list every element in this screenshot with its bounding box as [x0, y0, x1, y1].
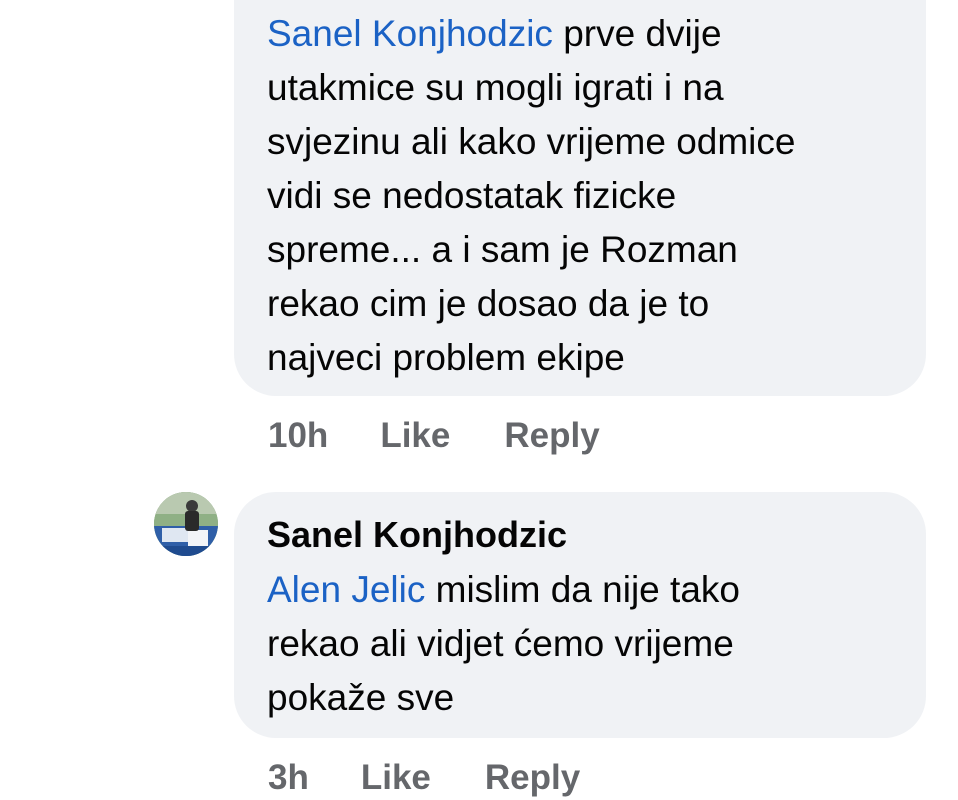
mention-link[interactable]: Alen Jelic: [267, 569, 425, 610]
comment-timestamp[interactable]: 10h: [268, 416, 328, 456]
comment-text-line: vidi se nedostatak fizicke: [267, 175, 677, 216]
reply-button[interactable]: Reply: [485, 758, 580, 798]
comment-bubble: Sanel Konjhodzic Alen Jelic mislim da ni…: [234, 492, 926, 738]
comment-text: Alen Jelic mislim da nije tako rekao ali…: [267, 563, 902, 725]
reply-button[interactable]: Reply: [504, 416, 599, 456]
mention-link[interactable]: Sanel Konjhodzic: [267, 13, 553, 54]
comment-text-line: najveci problem ekipe: [267, 337, 625, 378]
comment-author[interactable]: Sanel Konjhodzic: [267, 510, 902, 560]
comment-text-line: pokaže sve: [267, 677, 455, 718]
comment-text: Sanel Konjhodzic prve dvije utakmice su …: [267, 7, 902, 385]
comment-text-fragment: mislim da nije tako: [425, 569, 740, 610]
comment-timestamp[interactable]: 3h: [268, 758, 309, 798]
like-button[interactable]: Like: [361, 758, 431, 798]
comment-text-fragment: prve dvije: [552, 13, 722, 54]
comments-thread: Sanel Konjhodzic prve dvije utakmice su …: [0, 0, 958, 800]
comment-text-line: spreme... a i sam je Rozman: [267, 229, 738, 270]
comment-actions: 10h Like Reply: [268, 416, 600, 456]
like-button[interactable]: Like: [380, 416, 450, 456]
comment-text-line: rekao ali vidjet ćemo vrijeme: [267, 623, 734, 664]
comment-text-line: svjezinu ali kako vrijeme odmice: [267, 121, 796, 162]
avatar[interactable]: [154, 492, 218, 556]
comment-bubble: Sanel Konjhodzic prve dvije utakmice su …: [234, 0, 926, 396]
avatar-image: [154, 492, 218, 556]
comment-text-line: rekao cim je dosao da je to: [267, 283, 710, 324]
comment-text-line: utakmice su mogli igrati i na: [267, 67, 724, 108]
comment-actions: 3h Like Reply: [268, 758, 580, 798]
